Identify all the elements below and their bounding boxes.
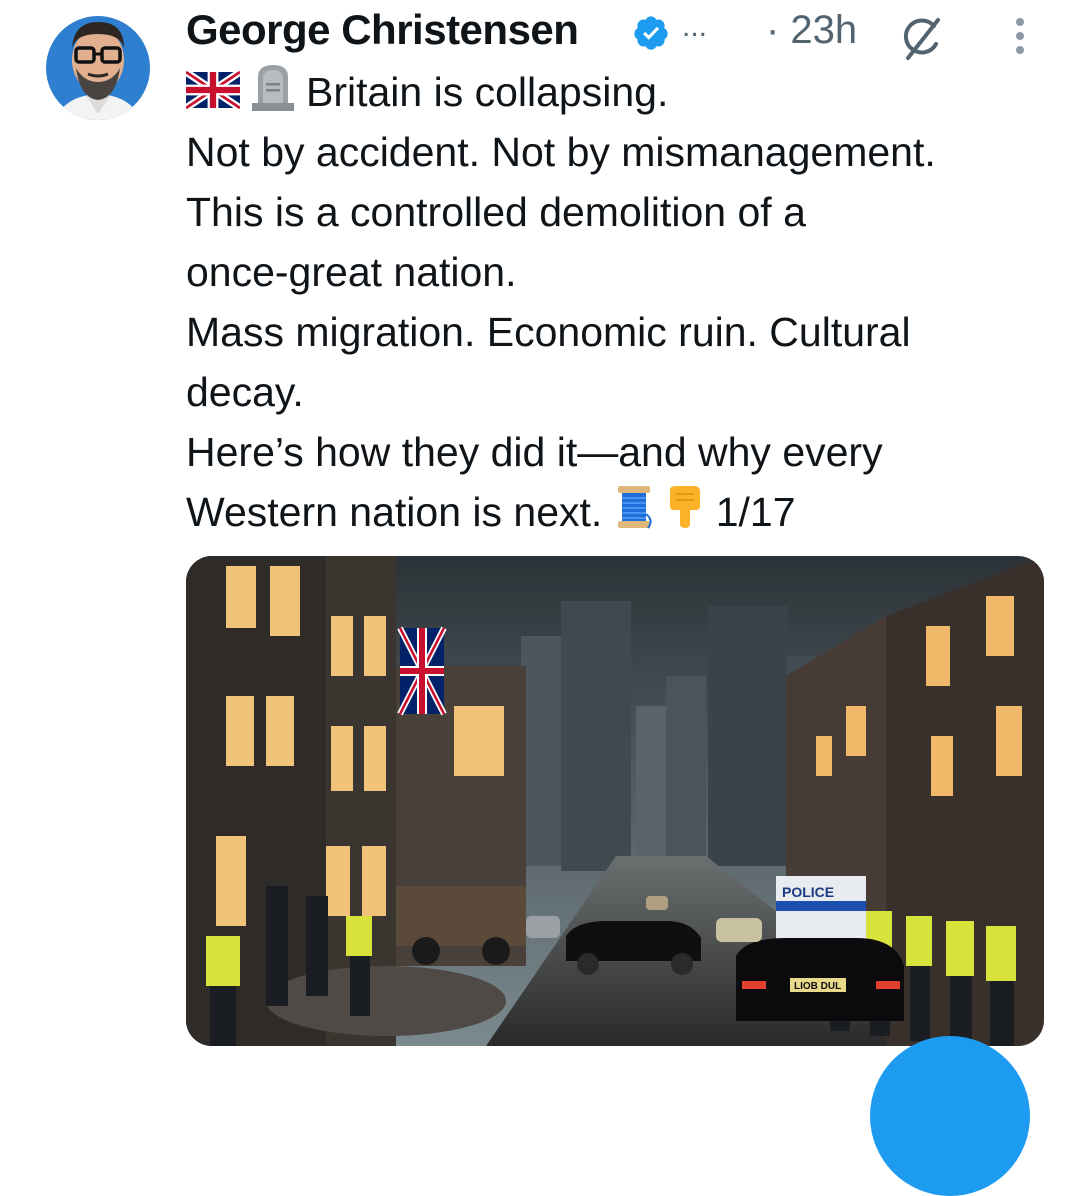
tweet-line-text: Western nation is next. <box>186 489 603 535</box>
spool-of-thread-emoji <box>614 484 654 546</box>
tweet-line: Here’s how they did it—and why every <box>186 429 883 475</box>
number-plate: LIOB DUL <box>794 981 841 992</box>
tweet-header: George Christensen ... · 23h <box>186 2 1056 60</box>
more-vertical-icon[interactable] <box>1006 12 1034 58</box>
verified-badge-icon[interactable] <box>632 14 670 52</box>
headstone-emoji <box>250 63 296 127</box>
tweet-line-text: Britain is collapsing. <box>306 69 669 115</box>
uk-flag-emoji <box>184 65 242 125</box>
more-indicator: ... <box>682 10 708 43</box>
author-name[interactable]: George Christensen <box>186 6 579 54</box>
tweet-line: decay. <box>186 369 304 415</box>
tweet-line: This is a controlled demolition of a <box>186 189 806 235</box>
grok-icon[interactable] <box>898 14 946 62</box>
author-avatar[interactable] <box>46 8 150 128</box>
tweet-line: Britain is collapsing. <box>184 62 1066 125</box>
police-van-label: POLICE <box>782 884 834 900</box>
tweet-line: Mass migration. Economic ruin. Cultural <box>186 309 911 355</box>
pointing-down-emoji <box>664 484 706 546</box>
tweet-line: Western nation is next. 1/17 <box>186 482 1066 542</box>
tweet-line: Not by accident. Not by mismanagement. <box>186 129 936 175</box>
timestamp[interactable]: · 23h <box>766 8 857 53</box>
tweet-line: once-great nation. <box>186 249 517 295</box>
tweet-text: Britain is collapsing. Not by accident. … <box>184 62 1066 542</box>
thread-counter: 1/17 <box>715 489 796 535</box>
compose-button[interactable] <box>870 1036 1030 1196</box>
tweet-media-image[interactable]: POLICE LIOB DUL <box>186 556 1044 1046</box>
